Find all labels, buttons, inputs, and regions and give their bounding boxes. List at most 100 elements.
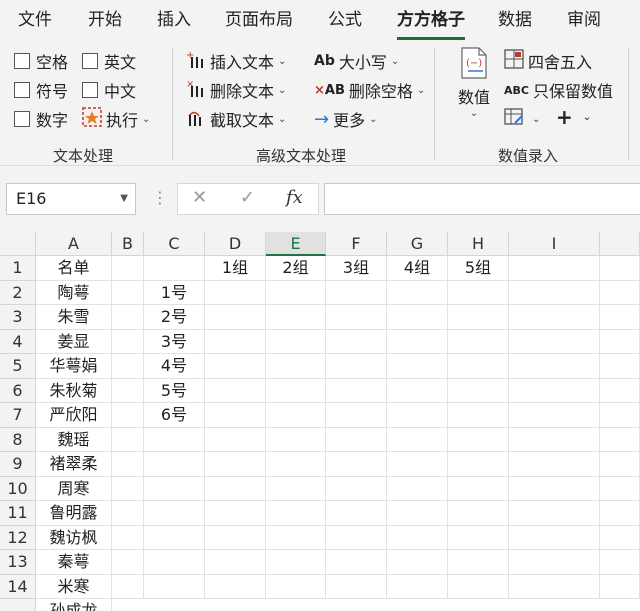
- cell[interactable]: [205, 476, 266, 501]
- row-header[interactable]: 5: [0, 354, 36, 379]
- cell[interactable]: [448, 525, 509, 550]
- cell[interactable]: [144, 550, 205, 575]
- cell[interactable]: [387, 427, 448, 452]
- cell[interactable]: [448, 329, 509, 354]
- cell[interactable]: [509, 501, 600, 526]
- cell[interactable]: [387, 305, 448, 330]
- row-header[interactable]: 2: [0, 280, 36, 305]
- cell[interactable]: [266, 305, 326, 330]
- table-edit-button[interactable]: ⌄: [504, 107, 540, 131]
- cell[interactable]: [205, 452, 266, 477]
- cell[interactable]: [144, 574, 205, 599]
- cell[interactable]: [266, 476, 326, 501]
- cell[interactable]: 6号: [144, 403, 205, 428]
- row-header[interactable]: 10: [0, 476, 36, 501]
- cell[interactable]: [509, 427, 600, 452]
- checkbox-number[interactable]: 数字: [14, 107, 68, 131]
- cell[interactable]: [509, 354, 600, 379]
- row-header[interactable]: 14: [0, 574, 36, 599]
- cell[interactable]: [448, 305, 509, 330]
- cell[interactable]: [326, 525, 387, 550]
- cell[interactable]: [144, 476, 205, 501]
- cell[interactable]: [205, 305, 266, 330]
- cell[interactable]: [112, 280, 144, 305]
- column-header-i[interactable]: I: [509, 232, 600, 256]
- cancel-icon[interactable]: ✕: [192, 187, 207, 208]
- cell[interactable]: [387, 525, 448, 550]
- row-header[interactable]: 4: [0, 329, 36, 354]
- tab-insert[interactable]: 插入: [157, 8, 191, 34]
- cell[interactable]: [205, 378, 266, 403]
- cell[interactable]: [448, 501, 509, 526]
- cell[interactable]: [205, 354, 266, 379]
- row-header-partial[interactable]: [0, 599, 36, 611]
- round-button[interactable]: 四舍五入: [504, 49, 592, 73]
- cell[interactable]: 华萼娟: [36, 354, 112, 379]
- cell-partial[interactable]: 孙成龙: [36, 599, 112, 611]
- cell[interactable]: [144, 256, 205, 281]
- cell[interactable]: [266, 550, 326, 575]
- cell[interactable]: [387, 329, 448, 354]
- cell[interactable]: [387, 550, 448, 575]
- cell[interactable]: [112, 525, 144, 550]
- cell[interactable]: [112, 427, 144, 452]
- tab-data[interactable]: 数据: [498, 8, 532, 34]
- row-header[interactable]: 8: [0, 427, 36, 452]
- cell[interactable]: [205, 280, 266, 305]
- tab-formulas[interactable]: 公式: [328, 8, 362, 34]
- tab-fangfanggezi[interactable]: 方方格子: [397, 8, 465, 40]
- column-header-c[interactable]: C: [144, 232, 205, 256]
- column-header-g[interactable]: G: [387, 232, 448, 256]
- cell[interactable]: [205, 501, 266, 526]
- cell[interactable]: [112, 550, 144, 575]
- cell[interactable]: [448, 574, 509, 599]
- cell[interactable]: [600, 550, 640, 575]
- cell[interactable]: 1号: [144, 280, 205, 305]
- cell[interactable]: [144, 525, 205, 550]
- cell[interactable]: [326, 354, 387, 379]
- cell[interactable]: [266, 427, 326, 452]
- confirm-icon[interactable]: ✓: [240, 187, 255, 208]
- cell[interactable]: [448, 452, 509, 477]
- cell[interactable]: 3号: [144, 329, 205, 354]
- cell[interactable]: [205, 427, 266, 452]
- cell[interactable]: [387, 501, 448, 526]
- cell[interactable]: [387, 574, 448, 599]
- row-header[interactable]: 12: [0, 525, 36, 550]
- cell[interactable]: 严欣阳: [36, 403, 112, 428]
- checkbox-symbol[interactable]: 符号: [14, 78, 68, 102]
- row-header[interactable]: 9: [0, 452, 36, 477]
- column-header-a[interactable]: A: [36, 232, 112, 256]
- cell[interactable]: [600, 280, 640, 305]
- cell[interactable]: [266, 574, 326, 599]
- cell[interactable]: [600, 378, 640, 403]
- cell[interactable]: [266, 354, 326, 379]
- add-button[interactable]: + ⌄: [556, 105, 591, 129]
- checkbox-icon[interactable]: [14, 53, 30, 69]
- cell[interactable]: 褚翠柔: [36, 452, 112, 477]
- keep-value-button[interactable]: ABC 只保留数值: [504, 78, 613, 102]
- cell[interactable]: [448, 280, 509, 305]
- cell[interactable]: [326, 280, 387, 305]
- cell[interactable]: [326, 501, 387, 526]
- cell[interactable]: [509, 378, 600, 403]
- cell[interactable]: [387, 452, 448, 477]
- more-options-icon[interactable]: ⋮: [152, 188, 168, 207]
- cell[interactable]: [448, 427, 509, 452]
- cell[interactable]: [112, 452, 144, 477]
- checkbox-icon[interactable]: [14, 82, 30, 98]
- cell[interactable]: [326, 378, 387, 403]
- cell[interactable]: [509, 550, 600, 575]
- cell[interactable]: [600, 476, 640, 501]
- case-button[interactable]: Ab 大小写 ⌄: [314, 49, 399, 73]
- cell[interactable]: [509, 452, 600, 477]
- row-header[interactable]: 3: [0, 305, 36, 330]
- cell[interactable]: 魏瑶: [36, 427, 112, 452]
- cell[interactable]: [326, 574, 387, 599]
- cell[interactable]: 陶萼: [36, 280, 112, 305]
- cell[interactable]: [205, 329, 266, 354]
- cell[interactable]: [266, 403, 326, 428]
- cell[interactable]: [112, 329, 144, 354]
- cell[interactable]: [600, 403, 640, 428]
- tab-review[interactable]: 审阅: [567, 8, 601, 34]
